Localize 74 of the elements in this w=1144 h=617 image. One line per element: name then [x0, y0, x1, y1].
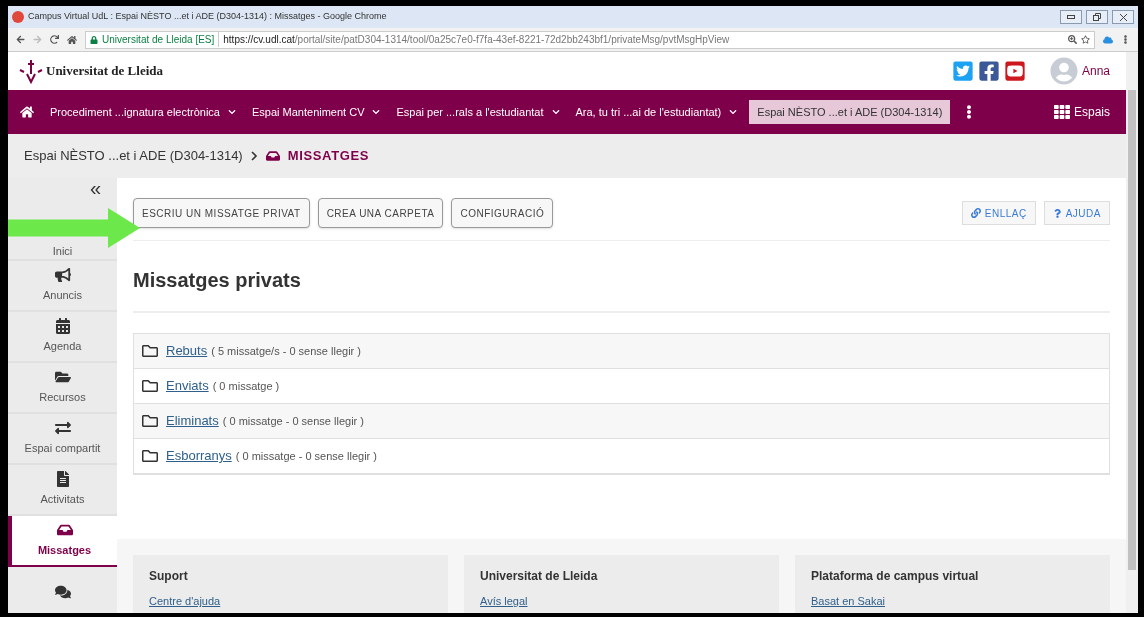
chevron-icon: [551, 108, 560, 116]
folder-info: ( 0 missatge - 0 sense llegir ): [222, 413, 364, 429]
folder-info: ( 5 missatge/s - 0 sense llegir ): [211, 343, 361, 359]
chevron-icon: [729, 108, 738, 116]
home-icon[interactable]: [67, 34, 77, 45]
footer-link[interactable]: Avís legal: [480, 593, 763, 610]
document-icon: [54, 471, 71, 488]
footer-link[interactable]: Centre d'ajuda: [149, 593, 432, 610]
breadcrumb-site[interactable]: Espai NÈSTO ...et i ADE (D304-1314): [24, 146, 243, 166]
minimize-icon: [1067, 15, 1075, 19]
scrollbar[interactable]: [1126, 52, 1138, 613]
chat-icon: [54, 583, 71, 600]
menu-icon[interactable]: [1121, 35, 1130, 44]
question-icon: [1052, 208, 1062, 218]
toolbar-button[interactable]: CONFIGURACIÓ: [451, 198, 554, 228]
site-tab[interactable]: Espai NÈSTO ...et i ADE (D304-1314): [749, 99, 951, 125]
site-tab[interactable]: Procediment ...ignatura electrònica: [46, 103, 240, 121]
folder-info: ( 0 missatge ): [212, 378, 280, 394]
folder-icon: [142, 378, 158, 394]
user-name[interactable]: Anna: [1081, 62, 1110, 80]
footer-title: Universitat de Lleida: [480, 568, 599, 585]
zoom-icon[interactable]: [1068, 35, 1077, 44]
address-field[interactable]: Universitat de Lleida [ES] https://cv.udl.cat/portal/site/patD304-1314/tool/0a25c7e0-f7fa-43ef-8221-72d2bb243bf1/privateMsg/pvtMsgHpView: [85, 30, 1095, 49]
collapse-button[interactable]: «: [89, 178, 101, 198]
chevron-icon: [228, 108, 236, 116]
toolbar-button[interactable]: ESCRIU UN MISSATGE PRIVAT: [133, 198, 310, 228]
sidebar-item[interactable]: Missatges: [8, 516, 117, 567]
spaces-button[interactable]: Espais: [1053, 103, 1110, 121]
site-tab[interactable]: Ara, tu tri ...ai de l'estudiantat): [571, 103, 742, 121]
folder-icon: [142, 343, 158, 359]
page-title: Missatges privats: [133, 268, 302, 293]
help-button[interactable]: AJUDA: [1043, 201, 1110, 225]
site-tab[interactable]: Espai per ...rals a l'estudiantat: [392, 103, 564, 121]
youtube-icon[interactable]: [1003, 60, 1026, 82]
browser-icon: [12, 11, 24, 23]
calendar-icon: [54, 318, 71, 335]
reload-icon[interactable]: [50, 35, 59, 44]
home-icon[interactable]: [20, 105, 34, 119]
cloud-icon[interactable]: [1103, 34, 1113, 45]
footer-title: Suport: [149, 568, 189, 585]
folder-icon: [142, 413, 158, 429]
site-identity: Universitat de Lleida [ES]: [102, 32, 220, 47]
back-icon[interactable]: [16, 35, 25, 44]
close-button[interactable]: [1112, 10, 1134, 24]
arrows-icon: [54, 420, 71, 437]
inbox-icon: [265, 149, 280, 163]
toolbar-button[interactable]: CREA UNA CARPETA: [317, 198, 444, 228]
folder-link[interactable]: Enviats: [166, 376, 209, 396]
chevron-icon: [372, 108, 381, 116]
star-icon[interactable]: [1081, 35, 1090, 44]
restore-icon: [1093, 13, 1101, 21]
footer-link[interactable]: Basat en Sakai: [811, 593, 1094, 610]
maximize-button[interactable]: [1086, 10, 1108, 24]
megaphone-icon: [54, 267, 71, 284]
window-title: Campus Virtual UdL : Espai NÈSTO ...et i ADE (D304-1314) : Missatges - Google Chrome: [28, 10, 388, 24]
chevron-right-icon: [250, 151, 258, 161]
grid-icon: [1053, 104, 1070, 120]
link-icon: [970, 208, 981, 218]
folder-link[interactable]: Rebuts: [166, 341, 208, 361]
university-name: Universitat de Lleida: [46, 62, 163, 81]
folder-icon: [142, 448, 158, 464]
close-icon: [1119, 13, 1127, 21]
twitter-icon[interactable]: [951, 60, 974, 82]
url-text: https://cv.udl.cat/portal/site/patD304-1314/tool/0a25c7e0-f7fa-43ef-8221-72d2bb243bf1/privateMsg/pvtMsgHpView: [223, 33, 730, 47]
breadcrumb-tool: MISSATGES: [287, 147, 370, 166]
footer-title: Plataforma de campus virtual: [811, 568, 980, 585]
facebook-icon[interactable]: [977, 60, 1000, 82]
lock-icon: [90, 35, 98, 44]
folder-info: ( 0 missatge - 0 sense llegir ): [235, 448, 377, 464]
site-tab[interactable]: Espai Manteniment CV: [248, 103, 385, 121]
link-button[interactable]: ENLLAÇ: [961, 201, 1036, 225]
minimize-button[interactable]: [1060, 10, 1082, 24]
folder-link[interactable]: Eliminats: [166, 411, 219, 431]
folder-link[interactable]: Esborranys: [166, 446, 232, 466]
